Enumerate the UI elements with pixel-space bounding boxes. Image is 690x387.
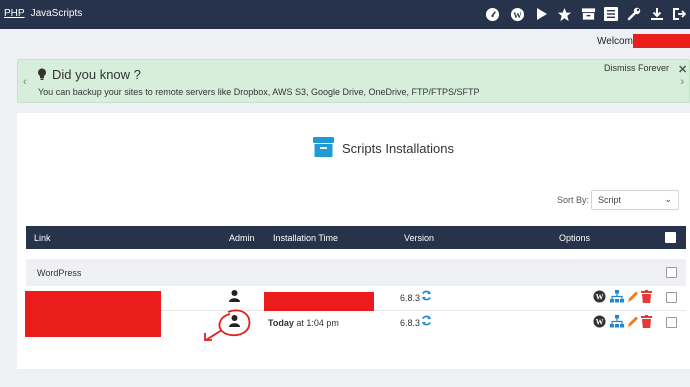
upgrade-refresh-icon[interactable] [421,290,432,303]
wrench-icon[interactable] [625,5,643,23]
col-version: Version [404,233,435,243]
svg-text:W: W [596,318,604,327]
chevron-down-icon: ⌄ [664,194,672,204]
sort-by-select[interactable]: Script ⌄ [591,190,679,210]
nav-javascripts[interactable]: JavaScripts [31,8,83,19]
row-checkbox[interactable] [666,317,677,328]
trash-icon[interactable] [641,290,652,305]
archive-box-icon [313,137,334,160]
alert-message: You can backup your sites to remote serv… [38,87,480,97]
col-admin: Admin [229,233,255,243]
sign-out-icon[interactable] [670,5,688,23]
sort-by-value: Script [598,195,622,205]
row-checkbox[interactable] [666,292,677,303]
sort-by-label: Sort By: [557,195,590,205]
top-nav: PHP JavaScripts [4,8,82,19]
star-icon[interactable] [555,5,573,23]
did-you-know-alert: ‹ Did you know ? You can backup your sit… [17,59,690,103]
redacted-installation-time [264,292,374,311]
alert-prev-arrow[interactable]: ‹ [23,76,27,88]
group-checkbox[interactable] [666,267,677,278]
installation-time-day: Today [268,318,294,328]
edit-pencil-icon[interactable] [627,290,639,305]
page-title: Scripts Installations [313,137,454,160]
svg-text:W: W [596,293,604,302]
trash-icon[interactable] [641,315,652,330]
installation-time: Today at 1:04 pm [268,318,339,328]
close-icon[interactable]: ✕ [678,63,687,76]
version-text: 6.8.3 [400,293,421,303]
group-row-wordpress: WordPress [26,259,686,286]
col-options: Options [559,233,591,243]
dashboard-icon[interactable] [483,5,501,23]
table-header: Link Admin Installation Time Version Opt… [26,226,686,249]
version-text: 6.8.3 [400,318,421,328]
annotation-circle-arrow [204,309,251,341]
installation-time-clock: at 1:04 pm [293,318,339,328]
admin-user-icon[interactable] [229,290,240,304]
play-icon[interactable] [532,5,550,23]
nav-php[interactable]: PHP [4,8,25,19]
redacted-link [25,291,161,337]
alert-title: Did you know ? [52,67,141,82]
download-icon[interactable] [648,5,666,23]
group-label: WordPress [37,268,82,278]
upgrade-refresh-icon[interactable] [421,315,432,328]
svg-text:W: W [513,9,522,19]
sitemap-icon[interactable] [610,290,624,305]
sitemap-icon[interactable] [610,315,624,330]
wordpress-icon[interactable]: W [593,315,606,330]
col-link: Link [34,233,51,243]
dismiss-forever-link[interactable]: Dismiss Forever [604,63,669,73]
lightbulb-icon [37,68,47,86]
edit-pencil-icon[interactable] [627,315,639,330]
alert-next-arrow[interactable]: › [680,76,684,88]
list-icon[interactable] [602,5,620,23]
top-navbar: PHP JavaScripts W [0,0,690,29]
wordpress-icon[interactable]: W [508,5,526,23]
archive-icon[interactable] [579,5,597,23]
redacted-username [633,34,690,48]
select-all-checkbox[interactable] [665,232,676,243]
wordpress-icon[interactable]: W [593,290,606,305]
page-title-text: Scripts Installations [342,141,454,156]
col-installation-time: Installation Time [273,233,339,243]
